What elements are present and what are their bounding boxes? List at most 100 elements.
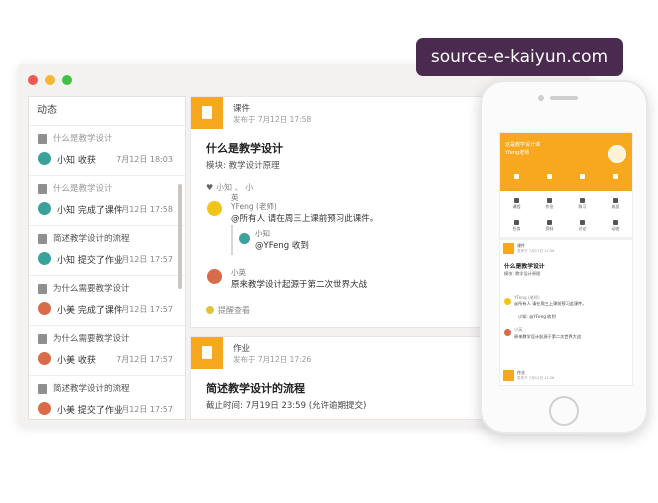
reply-text: 小知: @YFeng 收到 <box>518 314 556 319</box>
activity-item[interactable]: 简述教学设计的流程 小知 提交了作业 7月12日 17:57 <box>29 226 185 276</box>
activity-time: 7月12日 18:03 <box>116 155 173 164</box>
doc-icon <box>38 134 47 144</box>
likes-row: ♥ 小知 、 小 <box>206 182 253 193</box>
doc-icon <box>38 184 47 194</box>
sound-icon <box>514 220 519 225</box>
comment-text: 原来教学设计起源于第二次世界大战 <box>231 280 368 290</box>
phone-homework-card[interactable]: 作业 发布于 7月12日 17:26 <box>500 367 632 385</box>
homework-icon <box>503 370 514 381</box>
window-controls <box>28 75 72 85</box>
menu-label: 练习 <box>578 204 587 209</box>
card-type: 课件 <box>233 104 251 114</box>
avatar <box>504 298 511 305</box>
card-meta: 发布于 7月12日 17:58 <box>233 115 312 124</box>
comment-text: @所有人 请在周三上课前预习此课件。 <box>231 214 379 224</box>
card-meta: 发布于 7月12日 17:58 <box>517 249 555 253</box>
doc-icon <box>38 384 47 394</box>
card-type: 作业 <box>233 344 251 354</box>
menu-label: 动态 <box>611 226 620 231</box>
practice-icon <box>580 198 585 203</box>
activity-user: 小知 提交了作业 <box>57 256 123 266</box>
card-module: 模块: 教学设计原理 <box>206 161 280 171</box>
menu-label: 课程 <box>512 204 521 209</box>
remind-label: 提醒查看 <box>218 306 250 315</box>
likes-text: 小知 、 小 <box>216 183 254 192</box>
phone-menu-grid: 课程 作业 练习 成员 任务 资料 讨论 动态 <box>500 193 632 240</box>
menu-item[interactable]: 练习 <box>566 193 599 215</box>
card-module: 模块: 教学设计原理 <box>504 271 541 276</box>
activity-item[interactable]: 什么是教学设计 小知 完成了课件 7月12日 17:58 <box>29 176 185 226</box>
heart-icon[interactable]: ♥ <box>206 183 213 192</box>
menu-item[interactable]: 资料 <box>533 215 566 237</box>
card-title: 什么是教学设计 <box>504 264 545 270</box>
sidebar-title: 动态 <box>29 97 185 126</box>
people-icon <box>613 198 618 203</box>
phone-courseware-card[interactable]: 课件 发布于 7月12日 17:58 什么是教学设计 模块: 教学设计原理 YF… <box>500 240 632 362</box>
phone-screen: 这是教学设计课 Yfeng老师 课程 作业 练习 成员 任务 资料 讨论 动态 … <box>499 132 633 386</box>
doc-icon <box>38 284 47 294</box>
maximize-button[interactable] <box>62 75 72 85</box>
avatar <box>207 269 222 284</box>
menu-item[interactable]: 动态 <box>599 215 632 237</box>
stat-icon <box>613 174 618 179</box>
card-title[interactable]: 简述教学设计的流程 <box>206 380 305 396</box>
reply-text: @YFeng 收到 <box>255 241 309 251</box>
activity-user: 小美 提交了作业 <box>57 406 123 416</box>
avatar <box>207 201 222 216</box>
bell-icon <box>206 306 214 314</box>
comment-text: @所有人 请在周三上课前预习此课件。 <box>514 301 587 306</box>
phone-header: 这是教学设计课 Yfeng老师 <box>500 133 632 191</box>
minimize-button[interactable] <box>45 75 55 85</box>
menu-label: 资料 <box>545 226 554 231</box>
menu-label: 成员 <box>611 204 620 209</box>
menu-item[interactable]: 任务 <box>500 215 533 237</box>
comment-author: 小英 <box>231 268 246 277</box>
menu-item[interactable]: 讨论 <box>566 215 599 237</box>
home-button[interactable] <box>549 396 579 426</box>
menu-label: 任务 <box>512 226 521 231</box>
chat-icon <box>580 220 585 225</box>
avatar <box>239 233 250 244</box>
card-title[interactable]: 什么是教学设计 <box>206 140 283 156</box>
doc-icon <box>38 234 47 244</box>
activity-course: 简述教学设计的流程 <box>53 234 130 244</box>
card-meta: 发布于 7月12日 17:26 <box>233 355 312 364</box>
remind-button[interactable]: 提醒查看 <box>206 305 250 316</box>
activity-sidebar: 动态 什么是教学设计 小知 收获 7月12日 18:03 什么是教学设计 小知 … <box>28 96 186 420</box>
activity-time: 7月12日 17:57 <box>116 355 173 364</box>
watermark: source-e-kaiyun.com <box>416 38 623 76</box>
clock-icon <box>613 220 618 225</box>
comment-author: YFeng (老师) <box>231 202 277 211</box>
file-icon <box>547 220 552 225</box>
phone-stats <box>500 174 632 179</box>
avatar <box>504 329 511 336</box>
activity-item[interactable]: 什么是教学设计 小知 收获 7月12日 18:03 <box>29 126 185 176</box>
stat-icon <box>514 174 519 179</box>
avatar <box>38 302 51 315</box>
activity-course: 为什么需要教学设计 <box>53 284 130 294</box>
courseware-icon <box>503 243 514 254</box>
menu-item[interactable]: 课程 <box>500 193 533 215</box>
courseware-icon <box>191 97 223 129</box>
sidebar-scrollbar[interactable] <box>178 184 182 289</box>
phone-header-title: 这是教学设计课 <box>505 142 541 148</box>
activity-user: 小美 收获 <box>57 356 96 366</box>
activity-user: 小美 完成了课件 <box>57 306 123 316</box>
comment-text: 原来教学设计起源于第二次世界大战 <box>514 334 582 339</box>
menu-item[interactable]: 作业 <box>533 193 566 215</box>
menu-item[interactable]: 成员 <box>599 193 632 215</box>
avatar <box>38 352 51 365</box>
homework-icon <box>191 337 223 369</box>
student-icon <box>514 198 519 203</box>
close-button[interactable] <box>28 75 38 85</box>
activity-item[interactable]: 简述教学设计的流程 小美 提交了作业 7月12日 17:57 <box>29 376 185 419</box>
reply-block: 小知 @YFeng 收到 <box>231 225 383 255</box>
stat-icon <box>580 174 585 179</box>
card-meta: 发布于 7月12日 17:26 <box>517 376 555 380</box>
activity-time: 7月12日 17:57 <box>116 255 173 264</box>
activity-item[interactable]: 为什么需要教学设计 小美 收获 7月12日 17:57 <box>29 326 185 376</box>
activity-item[interactable]: 为什么需要教学设计 小美 完成了课件 7月12日 17:57 <box>29 276 185 326</box>
avatar[interactable] <box>608 145 626 163</box>
avatar <box>38 152 51 165</box>
menu-label: 作业 <box>545 204 554 209</box>
